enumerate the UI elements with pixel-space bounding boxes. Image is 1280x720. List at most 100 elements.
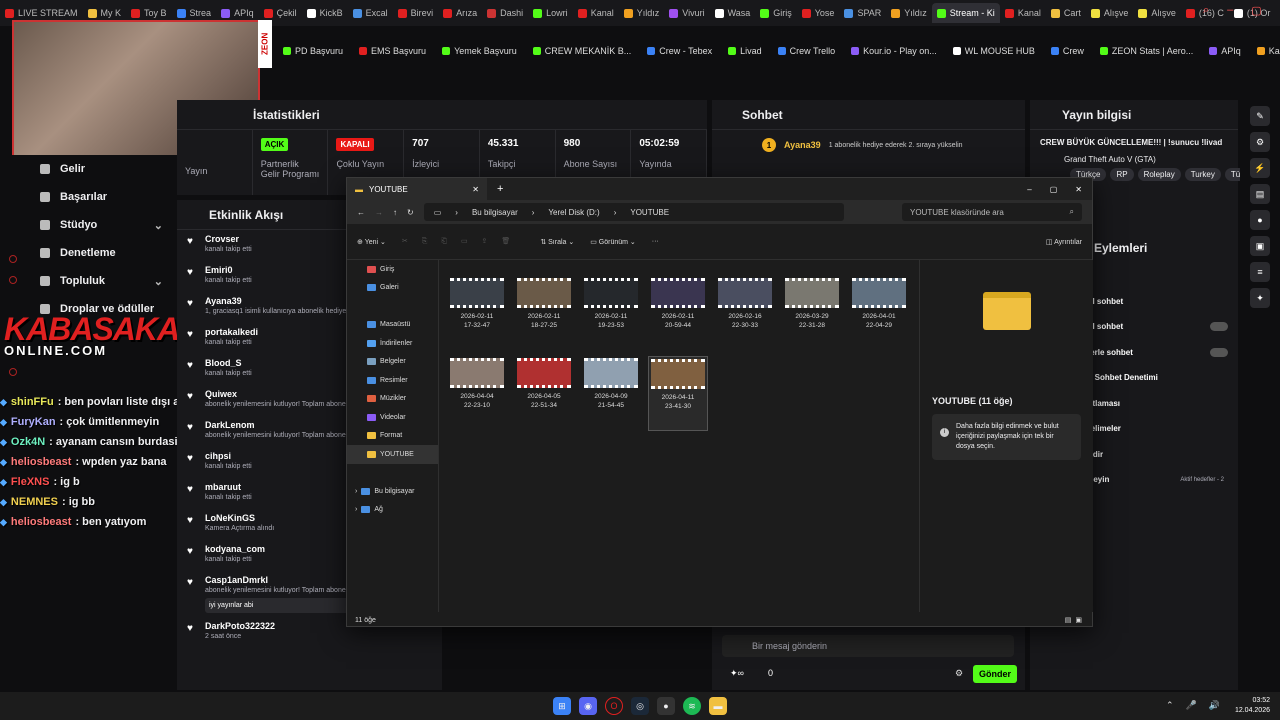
explorer-search-input[interactable]: YOUTUBE klasöründe ara ⌕ [902, 203, 1082, 221]
bookmark[interactable]: Crew - Tebex [647, 46, 712, 56]
browser-tab[interactable]: Yose [797, 3, 840, 23]
breadcrumb[interactable]: Bu bilgisayar [472, 208, 518, 217]
bookmark[interactable]: Kour.io - Play on... [851, 46, 937, 56]
chevron-up-icon[interactable]: ⌃ [1166, 700, 1174, 711]
breadcrumb[interactable]: Yerel Disk (D:) [548, 208, 599, 217]
view-button[interactable]: ▭ Görünüm ⌄ [590, 238, 636, 246]
nav-item[interactable]: Müzikler [347, 390, 438, 409]
nav-item[interactable]: Galeri [347, 279, 438, 298]
forward-icon[interactable]: → [375, 208, 383, 217]
nav-item[interactable]: Belgeler [347, 353, 438, 372]
tool-icon[interactable]: ● [1250, 210, 1270, 230]
explorer-tab[interactable]: ▬ YOUTUBE ✕ [347, 178, 487, 200]
bookmark[interactable]: APIq [1209, 46, 1241, 56]
view-toggle-icons[interactable]: ▤▣ [1065, 616, 1086, 624]
spotify-icon[interactable]: ≋ [683, 697, 701, 715]
sidebar-item[interactable]: Denetleme [0, 239, 177, 267]
bookmark[interactable]: Crew [1050, 46, 1084, 56]
nav-item[interactable]: Giriş [347, 260, 438, 279]
stream-tag[interactable]: Roleplay [1137, 168, 1181, 181]
tool-icon[interactable]: ✎ [1250, 106, 1270, 126]
video-file[interactable]: 2026-02-11 17-32-47 [447, 276, 507, 351]
video-file[interactable]: 2026-04-01 22-04-29 [849, 276, 909, 351]
tool-icon[interactable]: ▣ [1250, 236, 1270, 256]
bookmark[interactable]: Kampanyalar [1256, 46, 1280, 56]
browser-tab[interactable]: Alışve [1133, 3, 1181, 23]
browser-tab[interactable]: SPAR [839, 3, 886, 23]
nav-item[interactable]: Masaüstü [347, 316, 438, 335]
minimize-icon[interactable]: – [1027, 185, 1031, 194]
maximize-icon[interactable]: ▢ [1050, 185, 1058, 194]
search-tabs-icon[interactable]: ⌕ [1203, 4, 1209, 17]
bookmark[interactable]: PD Başvuru [283, 46, 343, 56]
more-icon[interactable]: ··· [652, 238, 659, 245]
nav-item[interactable]: Format [347, 427, 438, 446]
start-icon[interactable]: ⊞ [553, 697, 571, 715]
browser-tab[interactable]: Alışve [1086, 3, 1134, 23]
browser-tab[interactable]: Cart [1046, 3, 1086, 23]
clock[interactable]: 03:52 12.04.2026 [1235, 696, 1270, 716]
browser-tab[interactable]: Vivuri [664, 3, 709, 23]
nav-item[interactable]: YOUTUBE [347, 445, 438, 464]
browser-tab[interactable]: Yıldız [886, 3, 932, 23]
video-file[interactable]: 2026-03-29 22-31-28 [782, 276, 842, 351]
nav-item[interactable]: › Bu bilgisayar [347, 482, 438, 501]
video-file[interactable]: 2026-04-04 22-23-10 [447, 356, 507, 431]
sort-button[interactable]: ⇅ Sırala ⌄ [540, 238, 574, 246]
toggle-switch[interactable] [1210, 322, 1228, 332]
bookmark[interactable]: CREW MEKANİK B... [532, 46, 631, 56]
browser-tab[interactable]: Lowri [528, 3, 573, 23]
browser-tab[interactable]: Birevi [393, 3, 439, 23]
browser-tab[interactable]: Kanal [573, 3, 619, 23]
close-tab-icon[interactable]: ✕ [472, 185, 479, 194]
up-icon[interactable]: ↑ [393, 208, 397, 217]
nav-item[interactable]: › Ağ [347, 501, 438, 520]
nav-item[interactable]: Resimler [347, 371, 438, 390]
video-file[interactable]: 2026-04-09 21-54-45 [581, 356, 641, 431]
bookmark[interactable]: Crew Trello [777, 46, 835, 56]
new-tab-icon[interactable]: + [497, 183, 503, 195]
browser-tab[interactable]: Stream - Ki [931, 3, 1000, 23]
refresh-icon[interactable]: ↻ [407, 208, 414, 217]
tool-icon[interactable]: ✦ [1250, 288, 1270, 308]
opera-icon[interactable]: O [605, 697, 623, 715]
close-icon[interactable]: ✕ [1075, 185, 1082, 194]
maximize-icon[interactable]: ▢ [1251, 4, 1261, 17]
mic-icon[interactable]: 🎤 [1186, 700, 1197, 711]
bookmark[interactable]: WL MOUSE HUB [952, 46, 1035, 56]
browser-tab[interactable]: Wasa [710, 3, 756, 23]
sidebar-item[interactable]: Topluluk ⌄ [0, 267, 177, 295]
breadcrumb[interactable]: YOUTUBE [630, 208, 669, 217]
nav-item[interactable]: Videolar [347, 408, 438, 427]
browser-tab[interactable]: KickB [302, 3, 348, 23]
toggle-switch[interactable] [1210, 347, 1228, 357]
sidebar-item[interactable]: Gelir [0, 155, 177, 183]
send-button[interactable]: Gönder [973, 665, 1017, 683]
chat-input[interactable]: Bir mesaj gönderin [722, 635, 1014, 657]
back-icon[interactable]: ← [357, 208, 365, 217]
video-file[interactable]: 2026-02-11 18-27-25 [514, 276, 574, 351]
browser-tab[interactable]: Dashi [482, 3, 528, 23]
sidebar-item[interactable]: Başarılar [0, 183, 177, 211]
steam-icon[interactable]: ◎ [631, 697, 649, 715]
speaker-icon[interactable]: 🔊 [1209, 700, 1220, 711]
obs-icon[interactable]: ● [657, 697, 675, 715]
bookmark[interactable]: ZEON Stats | Aero... [1099, 46, 1193, 56]
video-file[interactable]: 2026-02-11 20-59-44 [648, 276, 708, 351]
browser-tab[interactable]: Yıldız [619, 3, 665, 23]
bookmark[interactable]: Livad [728, 46, 762, 56]
tool-icon[interactable]: ≡ [1250, 262, 1270, 282]
tool-icon[interactable]: ▤ [1250, 184, 1270, 204]
stream-tag[interactable]: RP [1110, 168, 1134, 181]
details-button[interactable]: ◫ Ayrıntılar [1046, 238, 1082, 246]
chevron-down-icon[interactable]: ⌄ [154, 219, 163, 232]
new-button[interactable]: ⊕ Yeni ⌄ [357, 238, 386, 246]
video-file[interactable]: 2026-04-11 23-41-30 [648, 356, 708, 431]
discord-icon[interactable]: ◉ [579, 697, 597, 715]
infinity-icon[interactable]: ✦∞ [730, 668, 744, 679]
browser-tab[interactable]: Arıza [438, 3, 482, 23]
tool-icon[interactable]: ⚡ [1250, 158, 1270, 178]
bookmark[interactable]: Yemek Başvuru [442, 46, 517, 56]
video-file[interactable]: 2026-04-05 22-51-34 [514, 356, 574, 431]
minimize-icon[interactable]: – [1227, 4, 1233, 17]
